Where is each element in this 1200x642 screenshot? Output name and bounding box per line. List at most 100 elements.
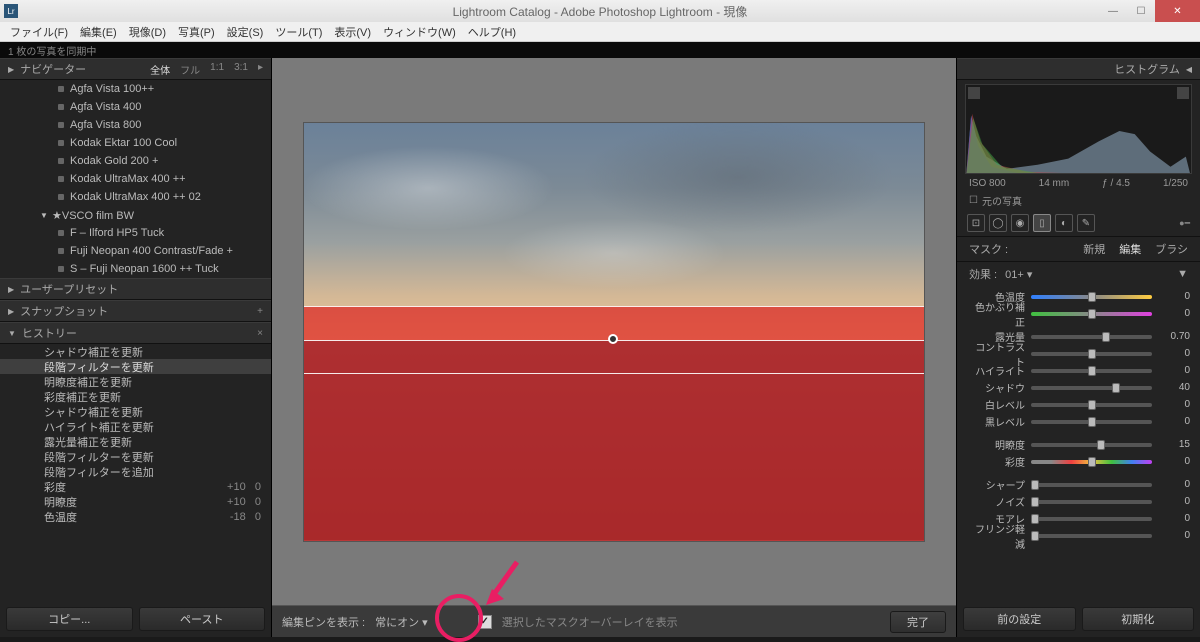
- zoom-fit[interactable]: 全体: [150, 62, 170, 77]
- menu-item[interactable]: ファイル(F): [4, 24, 74, 40]
- slider-thumb[interactable]: [1031, 497, 1039, 507]
- preset-item[interactable]: Agfa Vista 400: [0, 98, 271, 116]
- slider-track[interactable]: [1031, 403, 1152, 407]
- preset-folder-header[interactable]: ▶ユーザープリセット: [0, 278, 271, 300]
- preset-item[interactable]: Kodak Ektar 100 Cool: [0, 134, 271, 152]
- preset-item[interactable]: Fuji Neopan 400 Contrast/Fade +: [0, 242, 271, 260]
- image-canvas[interactable]: [304, 123, 924, 541]
- slider-track[interactable]: [1031, 352, 1152, 356]
- slider-彩度[interactable]: 彩度0: [967, 453, 1190, 470]
- slider-track[interactable]: [1031, 369, 1152, 373]
- slider-明瞭度[interactable]: 明瞭度15: [967, 436, 1190, 453]
- slider-thumb[interactable]: [1102, 332, 1110, 342]
- mask-edit[interactable]: 編集: [1119, 241, 1141, 257]
- slider-thumb[interactable]: [1088, 457, 1096, 467]
- effect-value[interactable]: 01+ ▾: [1005, 268, 1032, 281]
- mask-brush[interactable]: ブラシ: [1155, 241, 1188, 257]
- history-item[interactable]: 露光量補正を更新: [0, 434, 271, 449]
- menu-item[interactable]: 編集(E): [74, 24, 123, 40]
- close-button[interactable]: ✕: [1155, 0, 1200, 22]
- copy-button[interactable]: コピー...: [6, 607, 133, 631]
- slider-thumb[interactable]: [1088, 417, 1096, 427]
- history-item[interactable]: 明瞭度+10 0: [0, 494, 271, 509]
- slider-thumb[interactable]: [1088, 366, 1096, 376]
- mask-new[interactable]: 新規: [1083, 241, 1105, 257]
- history-item[interactable]: 段階フィルターを更新: [0, 449, 271, 464]
- slider-thumb[interactable]: [1097, 440, 1105, 450]
- menu-item[interactable]: 現像(D): [123, 24, 172, 40]
- menu-item[interactable]: ヘルプ(H): [462, 24, 522, 40]
- slider-thumb[interactable]: [1088, 309, 1096, 319]
- pins-mode-dropdown[interactable]: 常にオン ▾: [375, 614, 428, 630]
- add-snapshot-icon[interactable]: +: [257, 306, 263, 317]
- slider-thumb[interactable]: [1031, 480, 1039, 490]
- redeye-tool-icon[interactable]: ◉: [1011, 214, 1029, 232]
- history-item[interactable]: シャドウ補正を更新: [0, 404, 271, 419]
- slider-thumb[interactable]: [1031, 514, 1039, 524]
- paste-button[interactable]: ペースト: [139, 607, 266, 631]
- snapshot-header[interactable]: ▶ スナップショット +: [0, 300, 271, 322]
- zoom-3to1[interactable]: 3:1: [234, 62, 248, 77]
- slider-track[interactable]: [1031, 483, 1152, 487]
- history-header[interactable]: ▼ ヒストリー ×: [0, 322, 271, 344]
- effect-row[interactable]: 効果 : 01+ ▾ ▼: [957, 261, 1200, 286]
- histogram[interactable]: [965, 84, 1192, 174]
- radial-tool-icon[interactable]: ◐: [1055, 214, 1073, 232]
- original-toggle[interactable]: ☐元の写真: [957, 191, 1200, 210]
- history-item[interactable]: 彩度補正を更新: [0, 389, 271, 404]
- preset-item[interactable]: Kodak UltraMax 400 ++ 02: [0, 188, 271, 206]
- minimize-button[interactable]: —: [1099, 0, 1127, 22]
- slider-track[interactable]: [1031, 500, 1152, 504]
- slider-track[interactable]: [1031, 295, 1152, 299]
- slider-コントラスト[interactable]: コントラスト0: [967, 345, 1190, 362]
- gradient-pin[interactable]: [608, 334, 618, 344]
- slider-track[interactable]: [1031, 534, 1152, 538]
- crop-tool-icon[interactable]: ⊡: [967, 214, 985, 232]
- history-item[interactable]: ハイライト補正を更新: [0, 419, 271, 434]
- preset-item[interactable]: Agfa Vista 800: [0, 116, 271, 134]
- previous-button[interactable]: 前の設定: [963, 607, 1076, 631]
- slider-thumb[interactable]: [1112, 383, 1120, 393]
- slider-白レベル[interactable]: 白レベル0: [967, 396, 1190, 413]
- slider-thumb[interactable]: [1031, 531, 1039, 541]
- menu-item[interactable]: ツール(T): [269, 24, 328, 40]
- slider-thumb[interactable]: [1088, 349, 1096, 359]
- slider-色かぶり補正[interactable]: 色かぶり補正0: [967, 305, 1190, 322]
- preset-item[interactable]: Agfa Vista 100++: [0, 80, 271, 98]
- zoom-more-icon[interactable]: ▸: [258, 62, 263, 77]
- slider-track[interactable]: [1031, 517, 1152, 521]
- slider-シャドウ[interactable]: シャドウ40: [967, 379, 1190, 396]
- slider-ノイズ[interactable]: ノイズ0: [967, 493, 1190, 510]
- done-button[interactable]: 完了: [890, 611, 946, 633]
- navigator-header[interactable]: ▶ ナビゲーター 全体 フル 1:1 3:1 ▸: [0, 58, 271, 80]
- spot-tool-icon[interactable]: ◯: [989, 214, 1007, 232]
- gradient-tool-icon[interactable]: ▯: [1033, 214, 1051, 232]
- slider-track[interactable]: [1031, 335, 1152, 339]
- menu-item[interactable]: ウィンドウ(W): [377, 24, 462, 40]
- clear-history-icon[interactable]: ×: [257, 328, 263, 339]
- history-item[interactable]: シャドウ補正を更新: [0, 344, 271, 359]
- slider-track[interactable]: [1031, 386, 1152, 390]
- mask-overlay-checkbox[interactable]: ✓: [478, 615, 492, 629]
- reset-button[interactable]: 初期化: [1082, 607, 1195, 631]
- slider-thumb[interactable]: [1088, 292, 1096, 302]
- slider-フリンジ軽減[interactable]: フリンジ軽減0: [967, 527, 1190, 544]
- histogram-header[interactable]: ヒストグラム ◀: [957, 58, 1200, 80]
- slider-thumb[interactable]: [1088, 400, 1096, 410]
- history-item[interactable]: 色温度-18 0: [0, 509, 271, 524]
- preset-item[interactable]: Kodak UltraMax 400 ++: [0, 170, 271, 188]
- history-item[interactable]: 彩度+10 0: [0, 479, 271, 494]
- slider-track[interactable]: [1031, 443, 1152, 447]
- preset-item[interactable]: S – Fuji Neopan 1600 ++ Tuck: [0, 260, 271, 278]
- gradient-line-top[interactable]: [304, 306, 924, 307]
- history-item[interactable]: 段階フィルターを更新: [0, 359, 271, 374]
- preset-item[interactable]: F – Ilford HP5 Tuck: [0, 224, 271, 242]
- slider-黒レベル[interactable]: 黒レベル0: [967, 413, 1190, 430]
- gradient-line-bottom[interactable]: [304, 373, 924, 374]
- menu-item[interactable]: 写真(P): [172, 24, 221, 40]
- zoom-fill[interactable]: フル: [180, 62, 200, 77]
- slider-track[interactable]: [1031, 460, 1152, 464]
- chevron-down-icon[interactable]: ▼: [1177, 268, 1188, 280]
- slider-シャープ[interactable]: シャープ0: [967, 476, 1190, 493]
- slider-track[interactable]: [1031, 420, 1152, 424]
